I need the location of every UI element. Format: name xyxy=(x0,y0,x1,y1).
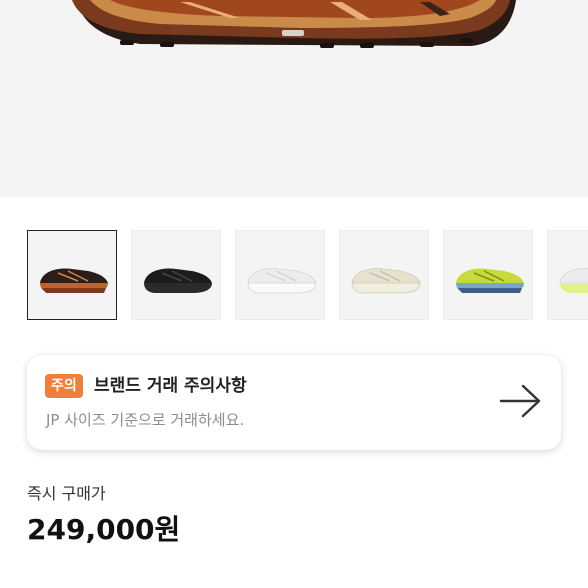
thumbnail-black[interactable] xyxy=(131,230,221,320)
notice-title: 브랜드 거래 주의사항 xyxy=(94,376,247,396)
arrow-right-icon[interactable] xyxy=(499,383,543,419)
thumbnail-cream[interactable] xyxy=(339,230,429,320)
instant-buy-price: 249,000원 xyxy=(27,513,181,546)
notice-description: JP 사이즈 기준으로 거래하세요. xyxy=(46,411,245,429)
thumbnail-strip xyxy=(27,230,588,322)
thumbnail-lime[interactable] xyxy=(443,230,533,320)
thumbnail-brown-orange[interactable] xyxy=(27,230,117,320)
thumbnail-white[interactable] xyxy=(235,230,325,320)
thumbnail-white-partial[interactable] xyxy=(547,230,588,320)
sneaker-image xyxy=(72,0,516,48)
instant-buy-label: 즉시 구매가 xyxy=(27,484,106,503)
product-hero-image xyxy=(0,0,588,197)
warning-badge: 주의 xyxy=(45,374,83,398)
brand-notice-card[interactable]: 주의 브랜드 거래 주의사항 JP 사이즈 기준으로 거래하세요. xyxy=(27,355,561,450)
